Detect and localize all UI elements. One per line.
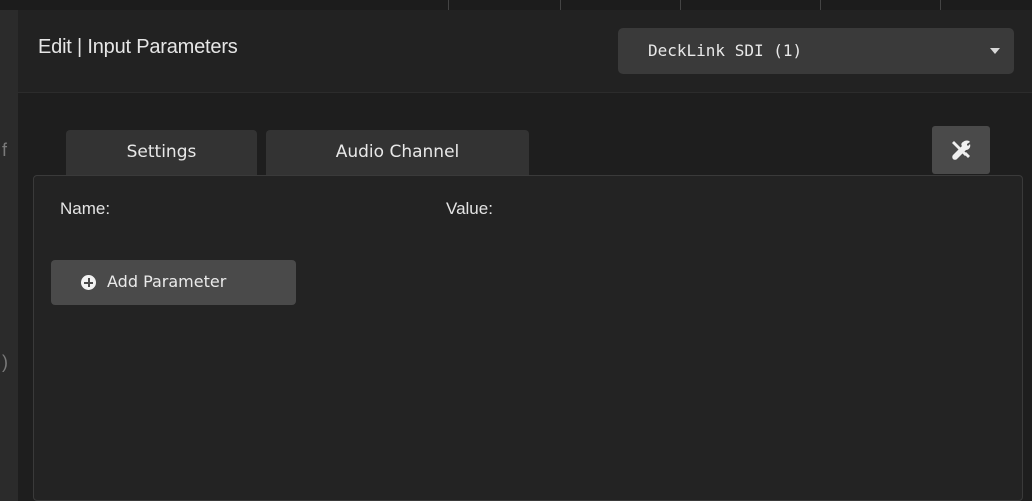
- background-divider: [940, 0, 941, 10]
- dialog-header: Edit | Input Parameters DeckLink SDI (1): [18, 10, 1032, 93]
- tab-settings[interactable]: Settings: [66, 130, 257, 175]
- background-divider: [560, 0, 561, 10]
- tab-audio-channel[interactable]: Audio Channel: [266, 130, 529, 175]
- device-select[interactable]: DeckLink SDI (1): [618, 28, 1014, 74]
- background-divider: [448, 0, 449, 10]
- value-column-header: Value:: [446, 199, 493, 218]
- caret-down-icon: [990, 48, 1000, 54]
- tools-button[interactable]: [932, 126, 990, 174]
- name-column-header: Name:: [60, 199, 111, 218]
- add-parameter-label: Add Parameter: [107, 272, 227, 291]
- background-edge-glyph: f: [2, 140, 8, 160]
- plus-circle-icon: [81, 275, 96, 290]
- add-parameter-button[interactable]: Add Parameter: [51, 260, 296, 305]
- dialog-title: Edit | Input Parameters: [38, 36, 238, 58]
- parameters-panel: Name: Value: Add Parameter: [33, 175, 1023, 501]
- tools-icon: [952, 140, 971, 160]
- background-divider: [680, 0, 681, 10]
- background-divider: [820, 0, 821, 10]
- input-parameters-dialog: Edit | Input Parameters DeckLink SDI (1)…: [18, 10, 1032, 501]
- background-header-strip: [0, 0, 1032, 10]
- device-select-value: DeckLink SDI (1): [648, 41, 803, 60]
- background-edge-glyph: ): [2, 352, 8, 372]
